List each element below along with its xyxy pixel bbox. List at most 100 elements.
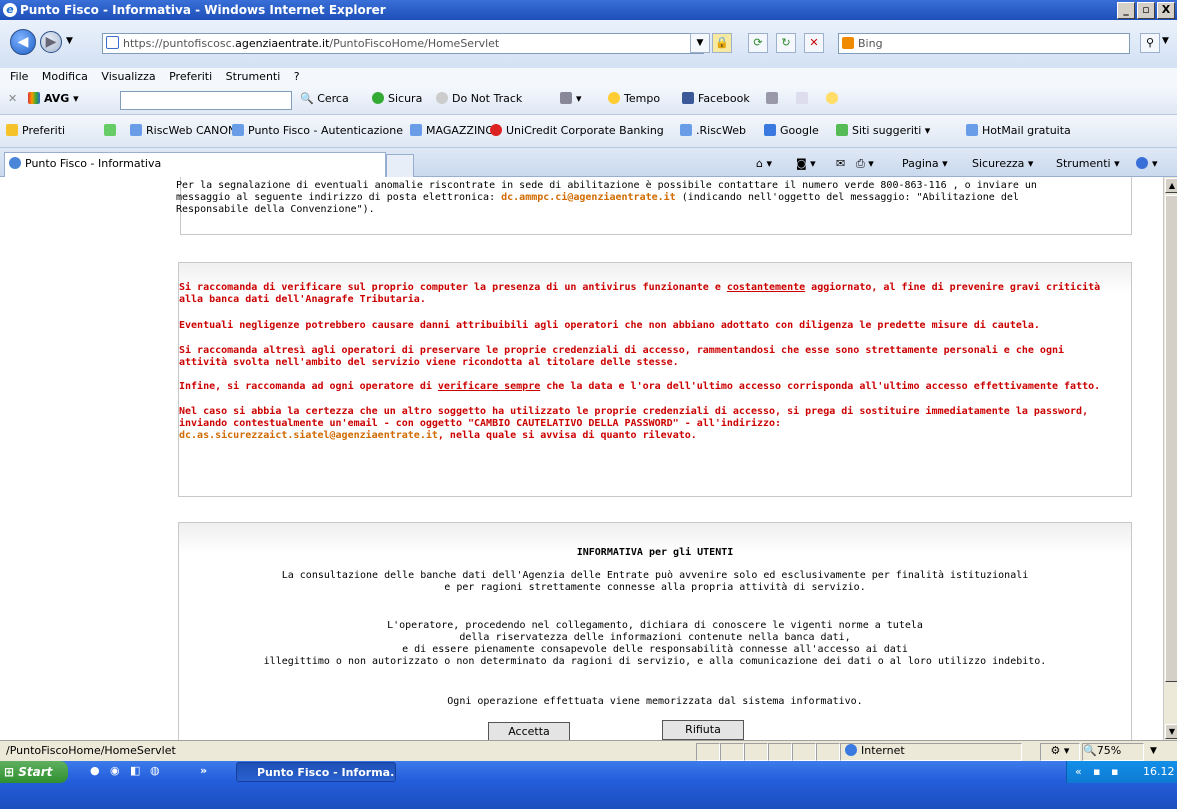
scroll-thumb[interactable] [1165,195,1177,682]
protected-mode-icon[interactable]: ⚙ ▾ [1040,743,1080,761]
print-button[interactable]: ⎙ ▾ [856,157,874,171]
fav-magazzino[interactable]: MAGAZZINO [410,124,494,137]
fav-siti-suggeriti[interactable]: Siti suggeriti ▾ [836,124,930,137]
email-sicurezza-link[interactable]: dc.as.sicurezzaict.siatel@agenziaentrate… [179,430,438,441]
calculator-icon[interactable] [766,92,782,105]
options-button[interactable]: ▾ [560,92,582,105]
quick-launch-ie-icon[interactable]: ● [90,764,100,777]
strumenti-menu[interactable]: Strumenti ▾ [1056,157,1120,170]
security-warning-box: Si raccomanda di verificare sul proprio … [178,262,1132,497]
warning-paragraph-3: Si raccomanda altresì agli operatori di … [179,345,1065,368]
home-button[interactable]: ⌂ ▾ [756,157,772,170]
menu-preferiti[interactable]: Preferiti [169,70,212,83]
do-not-track-button[interactable]: Do Not Track [436,92,522,105]
menu-file[interactable]: File [10,70,28,83]
avg-logo-icon [28,92,40,104]
menu-visualizza[interactable]: Visualizza [101,70,155,83]
window-title: Punto Fisco - Informativa - Windows Inte… [20,3,386,17]
warning-paragraph-4: Infine, si raccomanda ad ogni operatore … [179,381,1101,392]
window-title-bar: e Punto Fisco - Informativa - Windows In… [0,0,1177,20]
trash-icon [560,92,572,104]
page-content: Per la segnalazione di eventuali anomali… [0,177,1163,740]
favorites-button[interactable]: Preferiti [6,124,65,137]
scroll-down-icon[interactable]: ▼ [1165,724,1177,739]
tempo-button[interactable]: Tempo [608,92,660,105]
feeds-button[interactable]: ◙ ▾ [796,157,816,170]
fav-google[interactable]: Google [764,124,819,137]
close-button[interactable]: X [1157,2,1175,19]
pagina-menu[interactable]: Pagina ▾ [902,157,948,170]
lock-icon[interactable]: 🔒 [712,33,732,53]
informativa-heading: INFORMATIVA per gli UTENTI [576,547,734,558]
quick-launch-desktop-icon[interactable]: ◧ [130,764,140,777]
tab-punto-fisco[interactable]: Punto Fisco - Informativa [4,152,386,177]
zoom-dropdown-icon[interactable]: ▼ [1150,741,1157,761]
maximize-button[interactable]: ▫ [1137,2,1155,19]
close-toolbar-icon[interactable]: ✕ [8,92,17,105]
avg-search-input[interactable] [120,91,292,110]
help-icon[interactable]: ▾ [1136,157,1158,170]
search-input[interactable]: Bing [838,33,1130,54]
mail-button[interactable]: ✉ [836,157,845,170]
minimize-button[interactable]: _ [1117,2,1135,19]
notepad-icon[interactable] [796,92,812,105]
page-icon [106,36,119,49]
address-bar[interactable]: https://puntofiscosc.agenziaentrate.it/P… [102,33,704,54]
favorites-bar: Preferiti RiscWeb CANONI Punto Fisco - A… [0,115,1177,148]
menu-strumenti[interactable]: Strumenti [226,70,281,83]
vpn-icon[interactable]: ▪ [1111,761,1118,783]
zoom-button[interactable]: 🔍75% [1082,743,1144,761]
status-bar: /PuntoFiscoHome/HomeServlet Internet ⚙ ▾… [0,740,1177,761]
quick-launch-media-icon[interactable]: ◉ [110,764,120,777]
quick-launch-more-icon[interactable]: » [200,764,207,777]
vertical-scrollbar[interactable]: ▲ ▼ [1163,177,1177,740]
fav-punto-fisco-autenticazione[interactable]: Punto Fisco - Autenticazione [232,124,403,137]
sicura-button[interactable]: Sicura [372,92,422,105]
zone-indicator[interactable]: Internet [840,743,1022,761]
facebook-icon [682,92,694,104]
network-icon[interactable]: ▪ [1093,761,1100,783]
status-cell [792,743,816,761]
fav-unicredit[interactable]: UniCredit Corporate Banking [490,124,664,137]
sicurezza-menu[interactable]: Sicurezza ▾ [972,157,1033,170]
back-button[interactable]: ◀ [10,29,36,55]
search-icon: 🔍 [300,92,314,105]
start-button[interactable]: ⊞ Start [0,761,68,783]
zoom-icon[interactable] [826,92,842,105]
cerca-button[interactable]: 🔍 Cerca [300,92,349,105]
informativa-paragraph-3: Ogni operazione effettuata viene memoriz… [447,696,863,707]
forward-button[interactable]: ▶ [40,31,62,53]
rifiuta-button[interactable]: Rifiuta [662,720,744,740]
compatibility-icon[interactable]: ⟳ [748,33,768,53]
add-favorites-icon[interactable] [104,124,120,137]
history-dropdown-icon[interactable]: ▼ [66,36,73,46]
taskbar-item-punto-fisco[interactable]: Punto Fisco - Informa... [236,762,396,782]
quick-launch-app-icon[interactable]: ◍ [150,764,160,777]
tab-row: Punto Fisco - Informativa ⌂ ▾ ◙ ▾ ✉ ⎙ ▾ … [0,148,1177,177]
tray-expand-icon[interactable]: « [1075,761,1082,783]
fav-riscweb[interactable]: .RiscWeb [680,124,746,137]
status-cell [816,743,840,761]
refresh-icon[interactable]: ↻ [776,33,796,53]
warning-paragraph-1: Si raccomanda di verificare sul proprio … [179,282,1101,305]
menu-modifica[interactable]: Modifica [42,70,88,83]
scroll-up-icon[interactable]: ▲ [1165,178,1177,193]
informativa-paragraph-1: La consultazione delle banche dati dell'… [281,570,1029,593]
search-options-icon[interactable]: ▼ [1162,36,1169,46]
fav-riscweb-canoni[interactable]: RiscWeb CANONI [130,124,240,137]
clock[interactable]: 16.12 [1143,761,1175,783]
windows-logo-icon: ⊞ [4,765,15,779]
address-dropdown-icon[interactable]: ▼ [690,33,710,53]
email-ammpc-link[interactable]: dc.ammpc.ci@agenziaentrate.it [501,192,676,203]
status-cell [768,743,792,761]
search-icon[interactable]: ⚲ [1140,33,1160,53]
warning-paragraph-2: Eventuali negligenze potrebbero causare … [179,320,1040,331]
avg-menu[interactable]: AVG ▾ [28,92,79,105]
fav-hotmail[interactable]: HotMail gratuita [966,124,1071,137]
stop-icon[interactable]: ✕ [804,33,824,53]
new-tab-button[interactable] [386,154,414,177]
facebook-button[interactable]: Facebook [682,92,750,105]
menu-help[interactable]: ? [294,70,300,83]
accetta-button[interactable]: Accetta [488,722,570,740]
eye-icon [436,92,448,104]
